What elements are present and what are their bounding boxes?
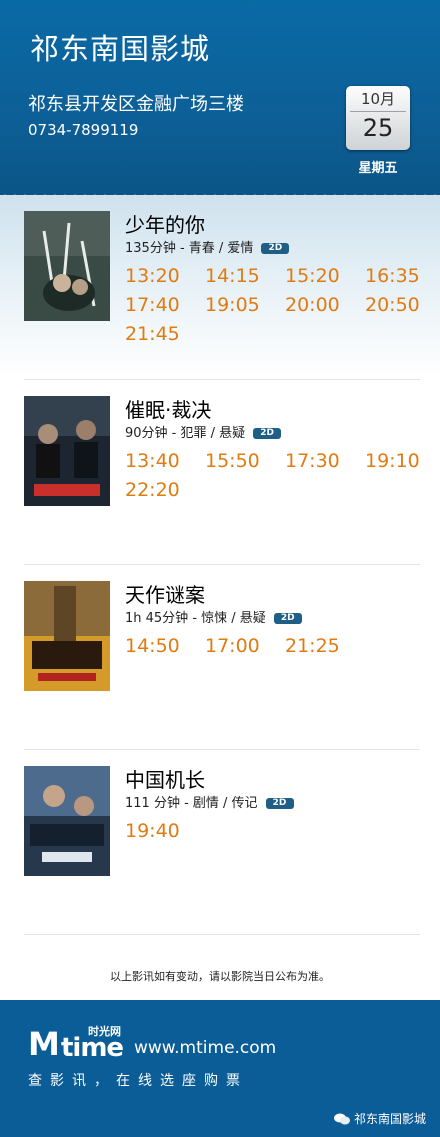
movie-meta: 111 分钟 - 剧情 / 传记 2D (125, 792, 294, 811)
site-url-link[interactable]: www.mtime.com (134, 1038, 276, 1058)
movie-meta: 135分钟 - 青春 / 爱情 2D (125, 237, 290, 256)
movie-card[interactable]: 天作谜案 1h 45分钟 - 惊悚 / 悬疑 2D 14:50 17:00 21:… (24, 565, 420, 750)
wechat-account: 祁东南国影城 (334, 1110, 426, 1127)
showtime-list: 13:20 14:15 15:20 16:35 17:40 19:05 20:0… (125, 265, 425, 345)
movie-card[interactable]: 中国机长 111 分钟 - 剧情 / 传记 2D 19:40 (24, 750, 420, 935)
showtime[interactable]: 14:50 (125, 635, 205, 657)
movie-duration-genre: 90分钟 - 犯罪 / 悬疑 (125, 426, 246, 441)
showtime[interactable]: 17:40 (125, 294, 205, 316)
format-2d-badge: 2D (273, 613, 302, 624)
movie-meta: 90分钟 - 犯罪 / 悬疑 2D (125, 422, 282, 441)
movie-card[interactable]: 催眠·裁决 90分钟 - 犯罪 / 悬疑 2D 13:40 15:50 17:30… (24, 380, 420, 565)
cinema-header: 祁东南国影城 祁东县开发区金融广场三楼 0734-7899119 10月 25 … (0, 0, 440, 195)
showtime[interactable]: 13:20 (125, 265, 205, 287)
format-2d-badge: 2D (253, 428, 282, 439)
format-2d-badge: 2D (261, 243, 290, 254)
calendar-month: 10月 (360, 90, 396, 108)
showtime[interactable]: 15:50 (205, 450, 285, 472)
showtime[interactable]: 19:40 (125, 820, 205, 842)
mtime-footer: M time 时光网 www.mtime.com 查影讯，在线选座购票 祁东南国… (0, 1000, 440, 1137)
footer-slogan: 查影讯，在线选座购票 (28, 1073, 248, 1089)
movie-meta: 1h 45分钟 - 惊悚 / 悬疑 2D (125, 607, 302, 626)
showtime-list: 14:50 17:00 21:25 (125, 635, 425, 657)
weekday-label: 星期五 (358, 161, 398, 176)
showtime[interactable]: 17:30 (285, 450, 365, 472)
showtimes-list: 少年的你 135分钟 - 青春 / 爱情 2D 13:20 14:15 15:20… (0, 195, 440, 1000)
showtime[interactable]: 19:10 (365, 450, 440, 472)
movie-title[interactable]: 天作谜案 (125, 579, 205, 608)
showtime[interactable]: 15:20 (285, 265, 365, 287)
calendar-divider (350, 111, 406, 112)
showtime-list: 19:40 (125, 820, 425, 842)
format-2d-badge: 2D (265, 798, 294, 809)
wechat-icon (334, 1113, 350, 1124)
schedule-notice: 以上影讯如有变动，请以影院当日公布为准。 (110, 970, 330, 983)
showtime[interactable]: 13:40 (125, 450, 205, 472)
calendar-icon: 10月 25 (346, 86, 410, 150)
cinema-name: 祁东南国影城 (30, 32, 211, 66)
showtime-list: 13:40 15:50 17:30 19:10 22:20 (125, 450, 425, 501)
movie-poster[interactable] (24, 396, 110, 506)
movie-poster[interactable] (24, 766, 110, 876)
movie-duration-genre: 111 分钟 - 剧情 / 传记 (125, 796, 258, 811)
divider (24, 934, 420, 935)
mtime-logo[interactable]: M time 时光网 (28, 1025, 128, 1063)
movie-duration-genre: 1h 45分钟 - 惊悚 / 悬疑 (125, 611, 266, 626)
movie-duration-genre: 135分钟 - 青春 / 爱情 (125, 241, 254, 256)
showtime[interactable]: 17:00 (205, 635, 285, 657)
wechat-account-name: 祁东南国影城 (354, 1112, 427, 1126)
movie-poster[interactable] (24, 211, 110, 321)
movie-title[interactable]: 中国机长 (125, 764, 205, 793)
showtime[interactable]: 19:05 (205, 294, 285, 316)
showtime[interactable]: 21:25 (285, 635, 365, 657)
cinema-address: 祁东县开发区金融广场三楼 (28, 94, 244, 115)
movie-card[interactable]: 少年的你 135分钟 - 青春 / 爱情 2D 13:20 14:15 15:20… (24, 195, 420, 380)
cinema-phone[interactable]: 0734-7899119 (28, 121, 138, 139)
showtime[interactable]: 16:35 (365, 265, 440, 287)
movie-title[interactable]: 少年的你 (125, 209, 205, 238)
showtime[interactable]: 20:50 (365, 294, 440, 316)
calendar-day: 25 (362, 114, 394, 142)
movie-title[interactable]: 催眠·裁决 (125, 394, 211, 423)
showtime[interactable]: 22:20 (125, 479, 205, 501)
logo-m: M (28, 1025, 60, 1063)
showtime[interactable]: 20:00 (285, 294, 365, 316)
movie-poster[interactable] (24, 581, 110, 691)
showtime[interactable]: 21:45 (125, 323, 205, 345)
showtime[interactable]: 14:15 (205, 265, 285, 287)
logo-cn: 时光网 (88, 1025, 121, 1038)
